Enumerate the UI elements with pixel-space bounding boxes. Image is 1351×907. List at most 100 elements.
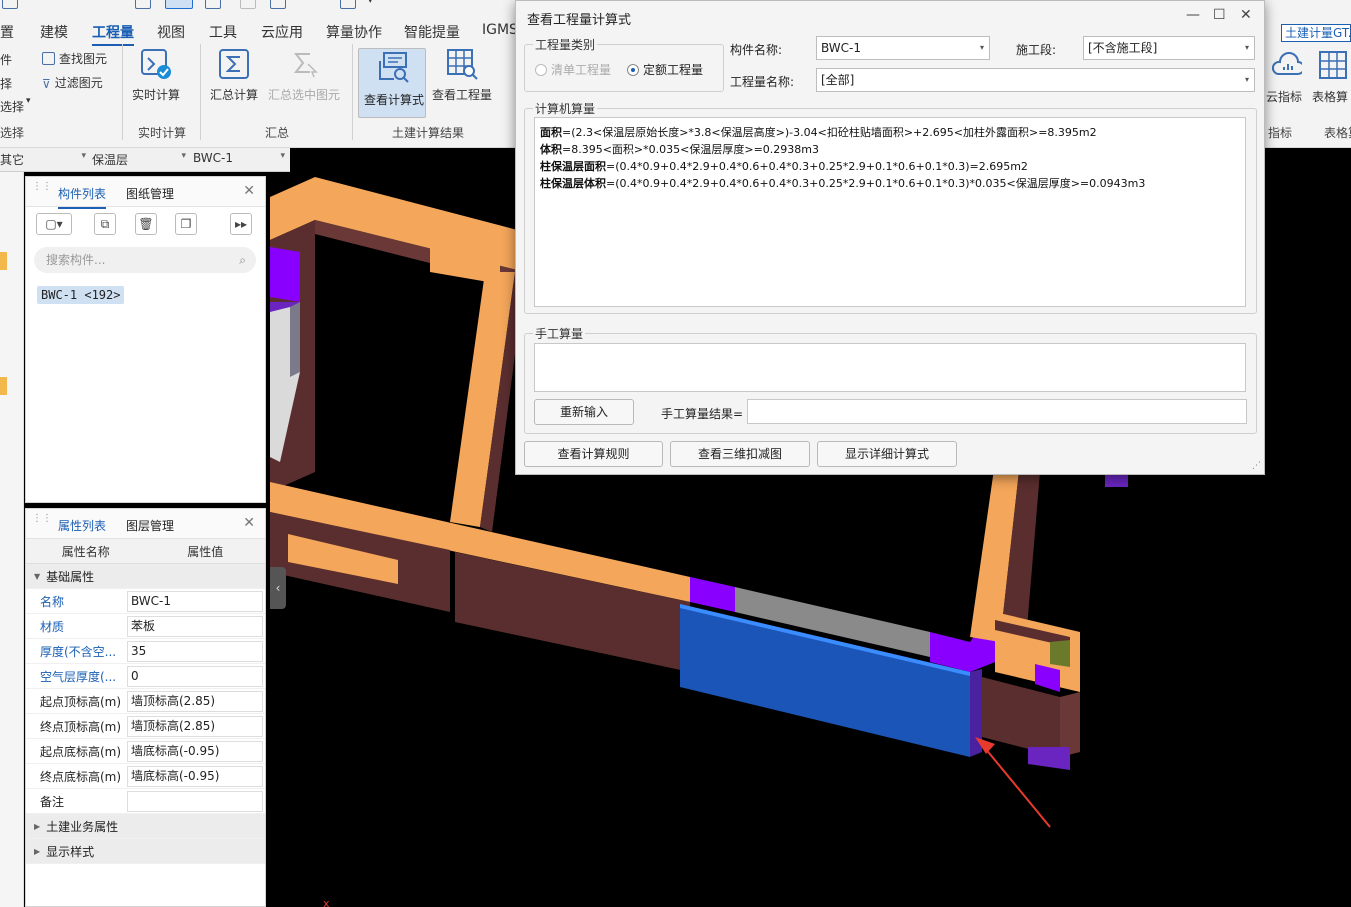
find-element-button[interactable]: 查找图元 (42, 50, 107, 67)
cloud-indicator-button[interactable]: 云指标 (1262, 50, 1302, 105)
summary-calc-button[interactable]: 汇总计算 (206, 48, 262, 103)
property-value[interactable]: BWC-1 (127, 590, 263, 612)
table-row[interactable]: 备注 (26, 789, 265, 814)
view-quantity-button[interactable]: 查看工程量 (430, 48, 494, 103)
view-rules-button[interactable]: 查看计算规则 (524, 441, 663, 467)
quota-quantity-radio[interactable]: 定额工程量 (627, 61, 703, 78)
view-3d-deduction-button[interactable]: 查看三维扣减图 (670, 441, 810, 467)
property-value[interactable] (127, 790, 263, 812)
dock-marker[interactable] (0, 377, 7, 395)
property-value[interactable]: 墙底标高(-0.95) (127, 765, 263, 787)
tab-property-list[interactable]: 属性列表 (58, 517, 107, 541)
category-combo[interactable]: 其它 ▾ (0, 151, 86, 169)
tab-layer-manage[interactable]: 图层管理 (126, 517, 174, 534)
tab-drawing-manage[interactable]: 图纸管理 (126, 185, 174, 202)
new-component-button[interactable]: ▢▾ (36, 213, 72, 235)
table-row[interactable]: 名称 BWC-1 (26, 589, 265, 614)
close-icon[interactable]: ✕ (243, 183, 255, 199)
list-item[interactable]: BWC-1 <192> (37, 286, 125, 304)
table-calc-button[interactable]: 表格算 (1312, 50, 1351, 105)
open-icon[interactable] (135, 0, 151, 9)
ribbon-partial-item3[interactable]: 选择 (0, 98, 24, 115)
property-value[interactable]: 0 (127, 665, 263, 687)
tab-quantity[interactable]: 工程量 (92, 22, 134, 46)
formula-line: 柱保温层面积=(0.4*0.9+0.4*2.9+0.4*0.6+0.4*0.3+… (540, 158, 1240, 175)
ribbon-partial-item1[interactable]: 件 (0, 51, 12, 68)
realtime-calc-button[interactable]: 实时计算 (128, 48, 184, 103)
formula-dialog: 查看工程量计算式 — ☐ ✕ 工程量类别 清单工程量 定额工程量 构件名称: B… (515, 0, 1265, 475)
property-list-panel: ⋮⋮ 属性列表 图层管理 ✕ 属性名称 属性值 ▼ 基础属性 名称 BWC-1 材质 苯… (25, 508, 266, 907)
tab-settings[interactable]: 置 (0, 22, 14, 42)
table-row[interactable]: 终点顶标高(m) 墙顶标高(2.85) (26, 714, 265, 739)
table-row[interactable]: 起点底标高(m) 墙底标高(-0.95) (26, 739, 265, 764)
property-table: 属性名称 属性值 ▼ 基础属性 名称 BWC-1 材质 苯板 厚度(不含空... 35 空气层… (26, 539, 265, 864)
section-display[interactable]: ▶ 显示样式 (26, 839, 265, 864)
quantity-quick-icon[interactable] (205, 0, 221, 9)
formula-quick-icon[interactable] (165, 0, 193, 9)
layers-icon: ❐ (180, 217, 192, 231)
tab-cloud[interactable]: 云应用 (261, 22, 303, 42)
report-quick-icon[interactable] (270, 0, 286, 9)
property-value[interactable]: 墙顶标高(2.85) (127, 715, 263, 737)
table-row[interactable]: 空气层厚度(... 0 (26, 664, 265, 689)
table-row[interactable]: 厚度(不含空... 35 (26, 639, 265, 664)
quantity-name-select[interactable]: [全部] ▾ (816, 68, 1255, 92)
table-header: 属性名称 属性值 (26, 539, 265, 564)
section-basic[interactable]: ▼ 基础属性 (26, 564, 265, 589)
copy-component-button[interactable]: ⧉ (94, 213, 116, 235)
formula-expression: =(0.4*0.9+0.4*2.9+0.4*0.6+0.4*0.3+0.25*2… (606, 160, 1028, 173)
filter-element-button[interactable]: ⊽ 过滤图元 (42, 74, 103, 91)
undo-icon[interactable] (96, 0, 108, 9)
tab-view[interactable]: 视图 (157, 22, 185, 42)
minimize-icon[interactable]: — (1186, 7, 1200, 23)
construction-section-select[interactable]: [不含施工段] ▾ (1083, 36, 1255, 60)
close-icon[interactable]: ✕ (1240, 7, 1252, 23)
save-icon[interactable] (2, 0, 18, 9)
formula-key: 柱保温层面积 (540, 160, 606, 173)
qat-dropdown-icon[interactable]: ▾ (368, 0, 373, 6)
table-row[interactable]: 起点顶标高(m) 墙顶标高(2.85) (26, 689, 265, 714)
tab-component-list[interactable]: 构件列表 (58, 185, 107, 209)
maximize-icon[interactable]: ☐ (1213, 7, 1226, 23)
formula-expression: =8.395<面积>*0.035<保温层厚度>=0.2938m3 (562, 143, 819, 156)
more-tools-button[interactable]: ▸▸ (230, 213, 252, 235)
manual-formula-input[interactable] (534, 343, 1246, 392)
delete-component-button[interactable]: 🗑 (135, 213, 157, 235)
tab-smart[interactable]: 智能提量 (404, 22, 460, 42)
section-business[interactable]: ▶ 土建业务属性 (26, 814, 265, 839)
table-row[interactable]: 材质 苯板 (26, 614, 265, 639)
tab-tools[interactable]: 工具 (209, 22, 237, 42)
tab-igms[interactable]: IGMS (482, 22, 518, 38)
close-icon[interactable]: ✕ (243, 515, 255, 531)
ribbon-partial-item2[interactable]: 择 (0, 75, 12, 92)
property-value[interactable]: 墙顶标高(2.85) (127, 690, 263, 712)
group-label-realtime: 实时计算 (138, 126, 187, 140)
reenter-button[interactable]: 重新输入 (534, 399, 634, 425)
manual-result-input[interactable] (747, 399, 1247, 424)
drag-grip-icon[interactable]: ⋮⋮ (32, 182, 52, 199)
quick-access-toolbar: ▾ (0, 0, 520, 14)
column-face (290, 302, 300, 377)
chevron-down-icon: ▾ (81, 151, 86, 161)
component-combo[interactable]: BWC-1 ▾ (193, 151, 285, 169)
view-formula-button[interactable]: 查看计算式 (358, 48, 426, 118)
formula-textbox[interactable]: 面积=(2.3<保温层原始长度>*3.8<保温层高度>)-3.04<扣砼柱贴墙面… (534, 117, 1246, 307)
property-value[interactable]: 墙底标高(-0.95) (127, 740, 263, 762)
property-value[interactable]: 苯板 (127, 615, 263, 637)
dock-marker[interactable] (0, 252, 7, 270)
drag-grip-icon[interactable]: ⋮⋮ (32, 514, 52, 531)
table-row[interactable]: 终点底标高(m) 墙底标高(-0.95) (26, 764, 265, 789)
layer-copy-button[interactable]: ❐ (175, 213, 197, 235)
type-combo[interactable]: 保温层 ▾ (92, 151, 186, 169)
show-detail-formula-button[interactable]: 显示详细计算式 (817, 441, 957, 467)
tab-collab[interactable]: 算量协作 (326, 22, 382, 42)
product-dropdown[interactable]: 土建计量GT... (1281, 24, 1351, 42)
resize-grip-icon[interactable]: ⋰ (1252, 461, 1261, 471)
component-name-select[interactable]: BWC-1 ▾ (816, 36, 990, 60)
chevron-down-icon[interactable]: ▾ (26, 96, 31, 106)
property-value[interactable]: 35 (127, 640, 263, 662)
collapse-panel-handle[interactable]: ‹ (270, 567, 286, 609)
tab-modeling[interactable]: 建模 (40, 22, 68, 42)
component-search-input[interactable]: 搜索构件... ⌕ (34, 247, 256, 273)
add-quick-icon[interactable] (340, 0, 356, 9)
